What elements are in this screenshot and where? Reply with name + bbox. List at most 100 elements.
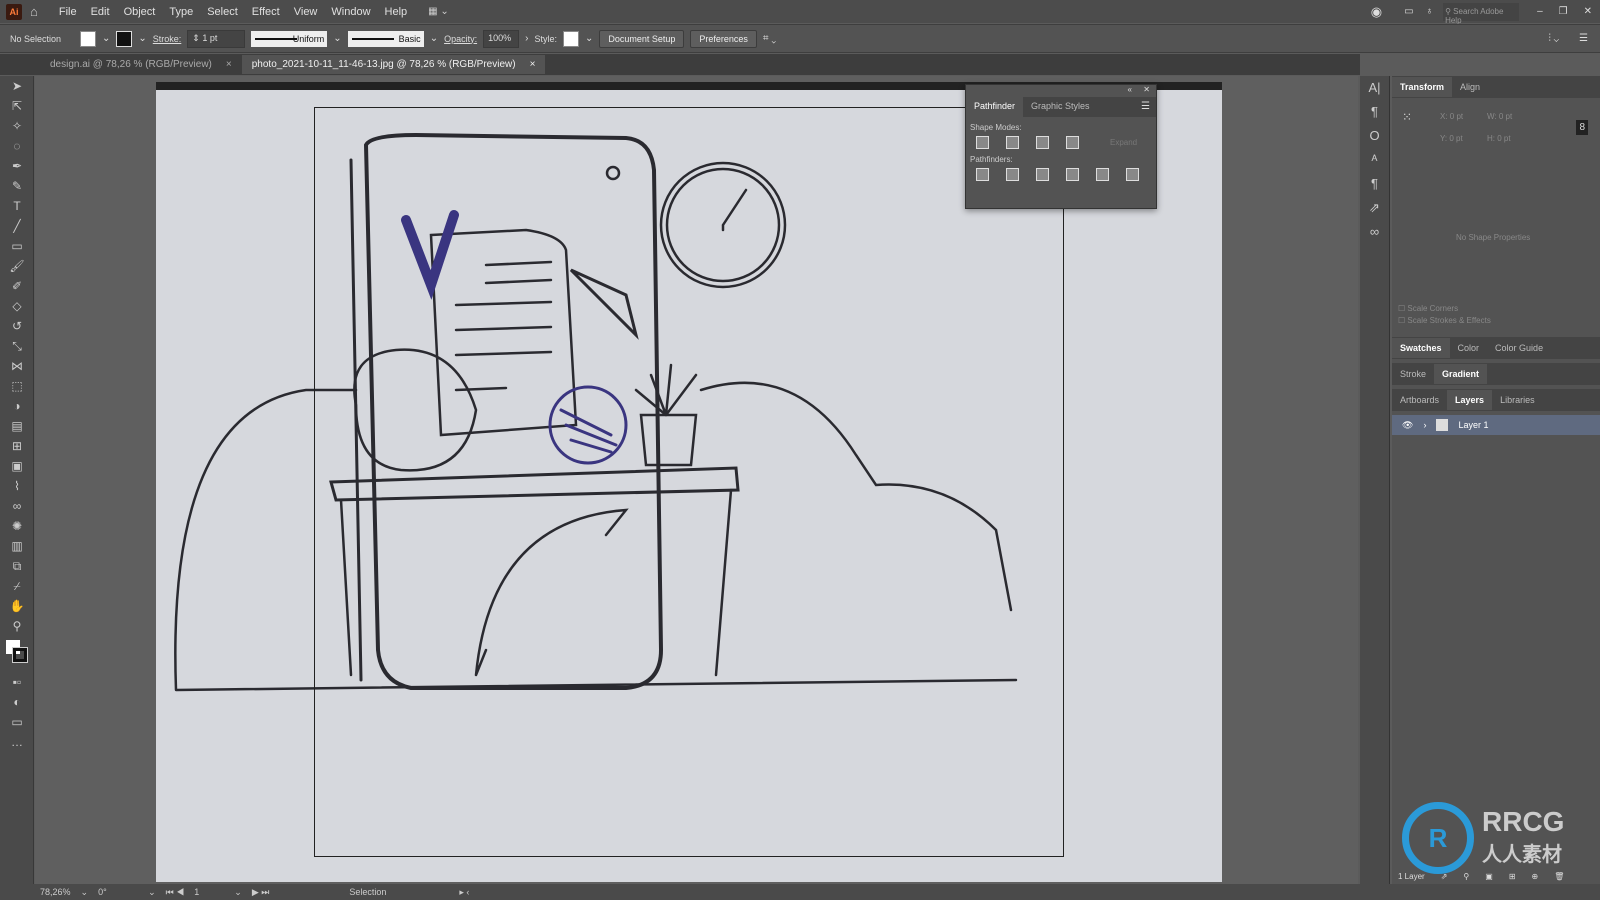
menu-window[interactable]: Window [324,6,377,18]
arrange-icon[interactable]: ⌗ ⌄ [763,33,776,44]
tab-color-guide[interactable]: Color Guide [1487,338,1551,358]
type-tool-icon[interactable]: T [0,196,34,216]
menu-type[interactable]: Type [162,6,200,18]
free-transform-tool-icon[interactable]: ⬚ [0,376,34,396]
trim-icon[interactable] [1006,168,1019,181]
menu-select[interactable]: Select [200,6,245,18]
close-tab-icon[interactable]: × [226,59,232,70]
scale-corners-checkbox[interactable]: ☐ Scale Corners [1398,304,1458,313]
artboard-tool-icon[interactable]: ⧉ [0,556,34,576]
layer-name[interactable]: Layer 1 [1458,420,1488,430]
chevron-down-icon[interactable]: ⌄ [148,887,156,898]
pen-tool-icon[interactable]: ✒ [0,156,34,176]
tab-transform[interactable]: Transform [1392,77,1453,97]
character-icon[interactable]: A| [1360,76,1389,100]
tab-layers[interactable]: Layers [1447,390,1493,410]
menu-help[interactable]: Help [378,6,415,18]
minus-front-icon[interactable] [1006,136,1019,149]
exclude-icon[interactable] [1066,136,1079,149]
zoom-tool-icon[interactable]: ⚲ [0,616,34,636]
chevron-down-icon[interactable]: ⌄ [102,33,110,44]
opacity-label[interactable]: Opacity: [444,34,477,44]
document-setup-button[interactable]: Document Setup [599,29,685,48]
first-artboard-icon[interactable]: ⏮ ◀ [166,887,185,898]
menu-effect[interactable]: Effect [245,6,287,18]
magic-wand-tool-icon[interactable]: ✧ [0,116,34,136]
links-icon[interactable]: ∞ [1360,220,1389,244]
slice-tool-icon[interactable]: ⌿ [0,576,34,596]
menu-edit[interactable]: Edit [84,6,117,18]
character-styles-icon[interactable]: ᴬ [1360,148,1389,172]
export-icon[interactable]: ⇗ [1360,196,1389,220]
graph-tool-icon[interactable]: ▥ [0,536,34,556]
lightbulb-icon[interactable]: ♁ [1426,6,1434,17]
close-tab-icon[interactable]: × [530,59,536,70]
w-field[interactable]: W: 0 pt [1487,112,1512,121]
symbol-sprayer-tool-icon[interactable]: ✺ [0,516,34,536]
stroke-weight-input[interactable]: ⇕ 1 pt [187,29,246,48]
shaper-tool-icon[interactable]: ✐ [0,276,34,296]
divide-icon[interactable] [976,168,989,181]
opacity-input[interactable]: 100% [483,29,520,48]
expand-layer-icon[interactable]: › [1423,420,1426,430]
collapse-panel-icon[interactable]: « [1128,85,1132,94]
mesh-tool-icon[interactable]: ⊞ [0,436,34,456]
layer-row[interactable]: 👁 › Layer 1 [1392,415,1600,435]
search-help-input[interactable]: ⚲ Search Adobe Help [1443,2,1520,25]
x-field[interactable]: X: 0 pt [1440,112,1463,121]
chevron-down-icon[interactable]: ⌄ [138,33,146,44]
fill-swatch[interactable] [80,30,96,47]
lasso-tool-icon[interactable]: ◌ [0,136,34,156]
outline-icon[interactable] [1096,168,1109,181]
tab-artboards[interactable]: Artboards [1392,390,1447,410]
rotate-tool-icon[interactable]: ↺ [0,316,34,336]
more-tools-icon[interactable]: … [0,732,34,752]
status-menu-icon[interactable]: ▸ ‹ [459,887,469,898]
crop-icon[interactable] [1066,168,1079,181]
color-mode-icon[interactable]: ▪▫ [0,672,34,692]
direct-selection-tool-icon[interactable]: ⇱ [0,96,34,116]
tab-graphic-styles[interactable]: Graphic Styles [1023,97,1098,117]
user-icon[interactable]: ◉ [1371,4,1382,20]
panel-icon[interactable]: ▭ [1404,6,1413,17]
align-icon[interactable]: ⫶ ⌄ [1548,33,1559,44]
panel-menu-icon[interactable]: ☰ [1135,97,1156,117]
unite-icon[interactable] [976,136,989,149]
paintbrush-tool-icon[interactable]: 🖌 [0,256,34,276]
close-window-button[interactable]: ✕ [1576,6,1600,17]
home-icon[interactable]: ⌂ [30,4,38,19]
reference-point-icon[interactable]: ⁙ [1402,110,1412,124]
tab-libraries[interactable]: Libraries [1492,390,1543,410]
perspective-grid-tool-icon[interactable]: ▤ [0,416,34,436]
delete-layer-icon[interactable]: 🗑 [1554,872,1564,881]
hand-tool-icon[interactable]: ✋ [0,596,34,616]
stroke-swatch[interactable] [116,30,133,47]
variable-width-profile[interactable]: Uniform [251,30,328,47]
expand-button[interactable]: Expand [1110,138,1137,147]
eraser-tool-icon[interactable]: ◇ [0,296,34,316]
fill-stroke-icon[interactable] [0,636,34,672]
chevron-down-icon[interactable]: ⌄ [81,887,89,898]
merge-icon[interactable] [1036,168,1049,181]
new-sublayer-icon[interactable]: ⊞ [1509,872,1516,881]
collect-export-icon[interactable]: ⇗ [1441,872,1448,881]
constrain-proportions-icon[interactable]: 8 [1576,120,1588,135]
tab-photo-jpg[interactable]: photo_2021-10-11_11-46-13.jpg @ 78,26 % … [241,55,546,74]
intersect-icon[interactable] [1036,136,1049,149]
tab-color[interactable]: Color [1450,338,1488,358]
last-artboard-icon[interactable]: ▶ ⏭ [252,887,270,898]
tab-gradient[interactable]: Gradient [1434,364,1488,384]
chevron-down-icon[interactable]: ⌄ [333,33,341,44]
artboard-number[interactable]: 1 [194,887,224,897]
panel-menu-icon[interactable]: ☰ [1579,33,1588,44]
paragraph-icon[interactable]: ¶ [1360,100,1389,124]
scale-tool-icon[interactable]: ⤡ [0,336,34,356]
workspace-switcher-icon[interactable]: ▦ ⌄ [428,6,449,17]
chevron-down-icon[interactable]: ⌄ [234,887,242,898]
eyedropper-tool-icon[interactable]: ⌇ [0,476,34,496]
stroke-label[interactable]: Stroke: [153,34,182,44]
chevron-right-icon[interactable]: › [525,33,528,44]
minus-back-icon[interactable] [1126,168,1139,181]
opentype-icon[interactable]: O [1360,124,1389,148]
preferences-button[interactable]: Preferences [690,29,757,48]
